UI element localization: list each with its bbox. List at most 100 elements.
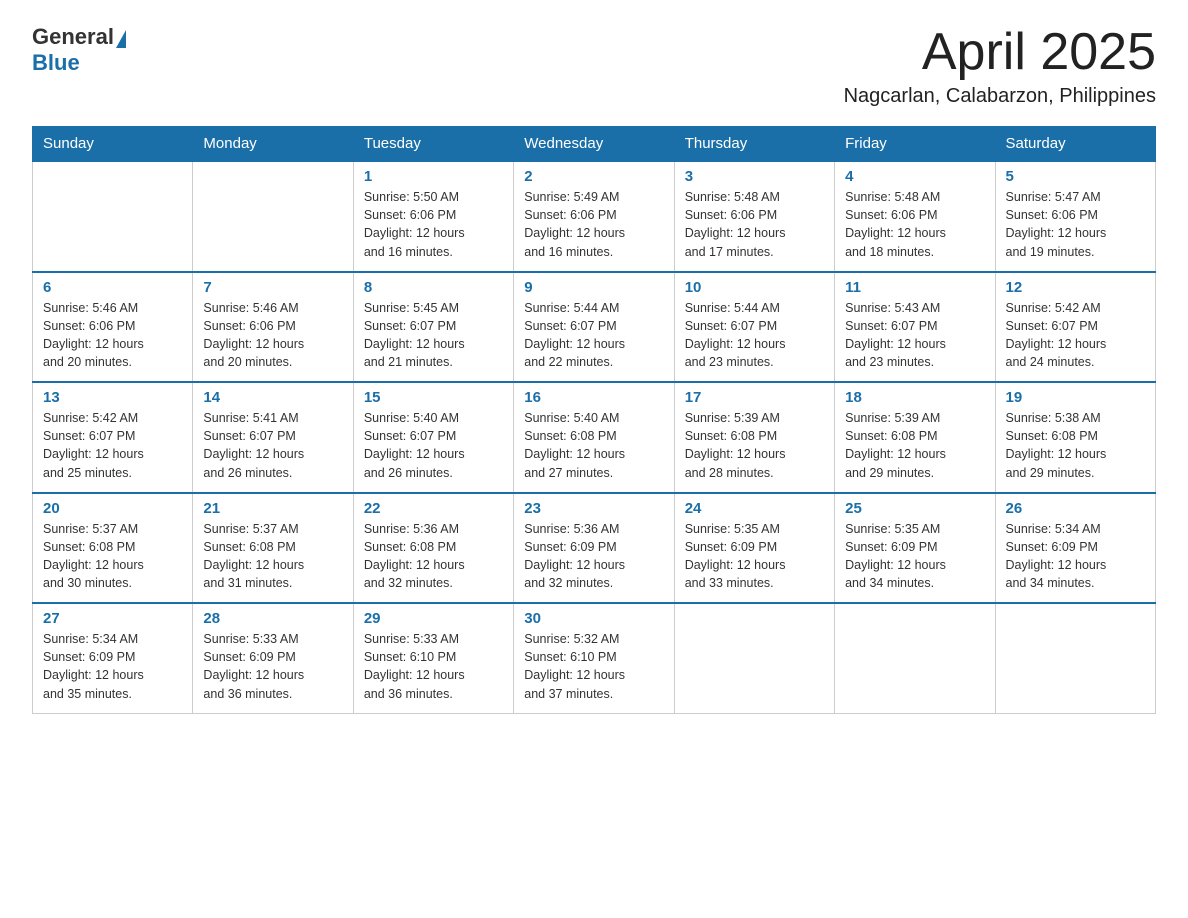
- calendar-cell: 6 Sunrise: 5:46 AM Sunset: 6:06 PM Daylig…: [33, 272, 193, 383]
- day-number: 9: [524, 279, 663, 296]
- page-header: General Blue April 2025 Nagcarlan, Calab…: [32, 24, 1156, 108]
- calendar-cell: 16 Sunrise: 5:40 AM Sunset: 6:08 PM Dayli…: [514, 382, 674, 493]
- day-info: Sunrise: 5:46 AM Sunset: 6:06 PM Dayligh…: [203, 299, 342, 372]
- day-number: 15: [364, 389, 503, 406]
- logo: General Blue: [32, 24, 126, 76]
- day-info: Sunrise: 5:48 AM Sunset: 6:06 PM Dayligh…: [845, 188, 984, 261]
- calendar-cell: [995, 603, 1155, 713]
- day-info: Sunrise: 5:42 AM Sunset: 6:07 PM Dayligh…: [1006, 299, 1145, 372]
- calendar-cell: 14Sunrise: 5:41 AM Sunset: 6:07 PM Dayli…: [193, 382, 353, 493]
- weekday-header-tuesday: Tuesday: [353, 127, 513, 162]
- day-number: 22: [364, 500, 503, 517]
- day-info: Sunrise: 5:42 AM Sunset: 6:07 PM Dayligh…: [43, 409, 182, 482]
- day-info: Sunrise: 5:40 AM Sunset: 6:08 PM Dayligh…: [524, 409, 663, 482]
- day-number: 7: [203, 279, 342, 296]
- day-number: 28: [203, 610, 342, 627]
- weekday-header-saturday: Saturday: [995, 127, 1155, 162]
- logo-blue-text: Blue: [32, 50, 80, 76]
- calendar-cell: [33, 161, 193, 272]
- calendar-cell: 10Sunrise: 5:44 AM Sunset: 6:07 PM Dayli…: [674, 272, 834, 383]
- logo-general-text: General: [32, 24, 114, 50]
- day-number: 8: [364, 279, 503, 296]
- calendar-cell: 7 Sunrise: 5:46 AM Sunset: 6:06 PM Daylig…: [193, 272, 353, 383]
- day-number: 1: [364, 168, 503, 185]
- day-info: Sunrise: 5:38 AM Sunset: 6:08 PM Dayligh…: [1006, 409, 1145, 482]
- day-info: Sunrise: 5:34 AM Sunset: 6:09 PM Dayligh…: [1006, 520, 1145, 593]
- day-info: Sunrise: 5:48 AM Sunset: 6:06 PM Dayligh…: [685, 188, 824, 261]
- day-info: Sunrise: 5:43 AM Sunset: 6:07 PM Dayligh…: [845, 299, 984, 372]
- day-info: Sunrise: 5:44 AM Sunset: 6:07 PM Dayligh…: [524, 299, 663, 372]
- calendar-week-row: 13 Sunrise: 5:42 AM Sunset: 6:07 PM Dayli…: [33, 382, 1156, 493]
- calendar-week-row: 27Sunrise: 5:34 AM Sunset: 6:09 PM Dayli…: [33, 603, 1156, 713]
- day-number: 26: [1006, 500, 1145, 517]
- day-number: 30: [524, 610, 663, 627]
- calendar-cell: 27Sunrise: 5:34 AM Sunset: 6:09 PM Dayli…: [33, 603, 193, 713]
- weekday-header-row: SundayMondayTuesdayWednesdayThursdayFrid…: [33, 127, 1156, 162]
- day-number: 20: [43, 500, 182, 517]
- calendar-cell: 4 Sunrise: 5:48 AM Sunset: 6:06 PM Daylig…: [835, 161, 995, 272]
- calendar-cell: [835, 603, 995, 713]
- logo-triangle-icon: [116, 30, 126, 48]
- calendar-week-row: 6 Sunrise: 5:46 AM Sunset: 6:06 PM Daylig…: [33, 272, 1156, 383]
- calendar-cell: 9 Sunrise: 5:44 AM Sunset: 6:07 PM Daylig…: [514, 272, 674, 383]
- calendar-cell: 23 Sunrise: 5:36 AM Sunset: 6:09 PM Dayli…: [514, 493, 674, 604]
- day-number: 6: [43, 279, 182, 296]
- calendar-title: April 2025: [844, 24, 1156, 81]
- weekday-header-monday: Monday: [193, 127, 353, 162]
- calendar-cell: 13 Sunrise: 5:42 AM Sunset: 6:07 PM Dayli…: [33, 382, 193, 493]
- day-number: 24: [685, 500, 824, 517]
- title-block: April 2025 Nagcarlan, Calabarzon, Philip…: [844, 24, 1156, 108]
- day-number: 16: [524, 389, 663, 406]
- day-info: Sunrise: 5:33 AM Sunset: 6:09 PM Dayligh…: [203, 630, 342, 703]
- day-info: Sunrise: 5:35 AM Sunset: 6:09 PM Dayligh…: [845, 520, 984, 593]
- day-info: Sunrise: 5:35 AM Sunset: 6:09 PM Dayligh…: [685, 520, 824, 593]
- calendar-location: Nagcarlan, Calabarzon, Philippines: [844, 85, 1156, 108]
- day-info: Sunrise: 5:46 AM Sunset: 6:06 PM Dayligh…: [43, 299, 182, 372]
- day-number: 21: [203, 500, 342, 517]
- day-info: Sunrise: 5:36 AM Sunset: 6:09 PM Dayligh…: [524, 520, 663, 593]
- day-info: Sunrise: 5:37 AM Sunset: 6:08 PM Dayligh…: [203, 520, 342, 593]
- day-number: 11: [845, 279, 984, 296]
- day-number: 12: [1006, 279, 1145, 296]
- calendar-cell: 22 Sunrise: 5:36 AM Sunset: 6:08 PM Dayli…: [353, 493, 513, 604]
- day-info: Sunrise: 5:40 AM Sunset: 6:07 PM Dayligh…: [364, 409, 503, 482]
- day-number: 3: [685, 168, 824, 185]
- calendar-cell: 5Sunrise: 5:47 AM Sunset: 6:06 PM Daylig…: [995, 161, 1155, 272]
- calendar-cell: 1 Sunrise: 5:50 AM Sunset: 6:06 PM Daylig…: [353, 161, 513, 272]
- day-info: Sunrise: 5:36 AM Sunset: 6:08 PM Dayligh…: [364, 520, 503, 593]
- calendar-cell: 18Sunrise: 5:39 AM Sunset: 6:08 PM Dayli…: [835, 382, 995, 493]
- day-number: 13: [43, 389, 182, 406]
- calendar-cell: 11 Sunrise: 5:43 AM Sunset: 6:07 PM Dayli…: [835, 272, 995, 383]
- day-number: 19: [1006, 389, 1145, 406]
- day-info: Sunrise: 5:50 AM Sunset: 6:06 PM Dayligh…: [364, 188, 503, 261]
- calendar-table: SundayMondayTuesdayWednesdayThursdayFrid…: [32, 126, 1156, 714]
- day-number: 2: [524, 168, 663, 185]
- calendar-cell: 24 Sunrise: 5:35 AM Sunset: 6:09 PM Dayli…: [674, 493, 834, 604]
- day-info: Sunrise: 5:41 AM Sunset: 6:07 PM Dayligh…: [203, 409, 342, 482]
- day-number: 25: [845, 500, 984, 517]
- day-number: 23: [524, 500, 663, 517]
- calendar-cell: 17Sunrise: 5:39 AM Sunset: 6:08 PM Dayli…: [674, 382, 834, 493]
- day-number: 27: [43, 610, 182, 627]
- day-number: 17: [685, 389, 824, 406]
- calendar-cell: 2 Sunrise: 5:49 AM Sunset: 6:06 PM Daylig…: [514, 161, 674, 272]
- calendar-week-row: 20 Sunrise: 5:37 AM Sunset: 6:08 PM Dayli…: [33, 493, 1156, 604]
- calendar-cell: 26 Sunrise: 5:34 AM Sunset: 6:09 PM Dayli…: [995, 493, 1155, 604]
- calendar-cell: [193, 161, 353, 272]
- calendar-cell: 3 Sunrise: 5:48 AM Sunset: 6:06 PM Daylig…: [674, 161, 834, 272]
- calendar-cell: 8 Sunrise: 5:45 AM Sunset: 6:07 PM Daylig…: [353, 272, 513, 383]
- calendar-cell: 30Sunrise: 5:32 AM Sunset: 6:10 PM Dayli…: [514, 603, 674, 713]
- day-number: 4: [845, 168, 984, 185]
- day-info: Sunrise: 5:49 AM Sunset: 6:06 PM Dayligh…: [524, 188, 663, 261]
- day-info: Sunrise: 5:39 AM Sunset: 6:08 PM Dayligh…: [845, 409, 984, 482]
- calendar-cell: 28 Sunrise: 5:33 AM Sunset: 6:09 PM Dayli…: [193, 603, 353, 713]
- calendar-cell: 29Sunrise: 5:33 AM Sunset: 6:10 PM Dayli…: [353, 603, 513, 713]
- day-number: 5: [1006, 168, 1145, 185]
- calendar-cell: 15 Sunrise: 5:40 AM Sunset: 6:07 PM Dayli…: [353, 382, 513, 493]
- weekday-header-wednesday: Wednesday: [514, 127, 674, 162]
- weekday-header-thursday: Thursday: [674, 127, 834, 162]
- day-info: Sunrise: 5:45 AM Sunset: 6:07 PM Dayligh…: [364, 299, 503, 372]
- calendar-cell: 20Sunrise: 5:37 AM Sunset: 6:08 PM Dayli…: [33, 493, 193, 604]
- day-info: Sunrise: 5:44 AM Sunset: 6:07 PM Dayligh…: [685, 299, 824, 372]
- calendar-cell: 25 Sunrise: 5:35 AM Sunset: 6:09 PM Dayli…: [835, 493, 995, 604]
